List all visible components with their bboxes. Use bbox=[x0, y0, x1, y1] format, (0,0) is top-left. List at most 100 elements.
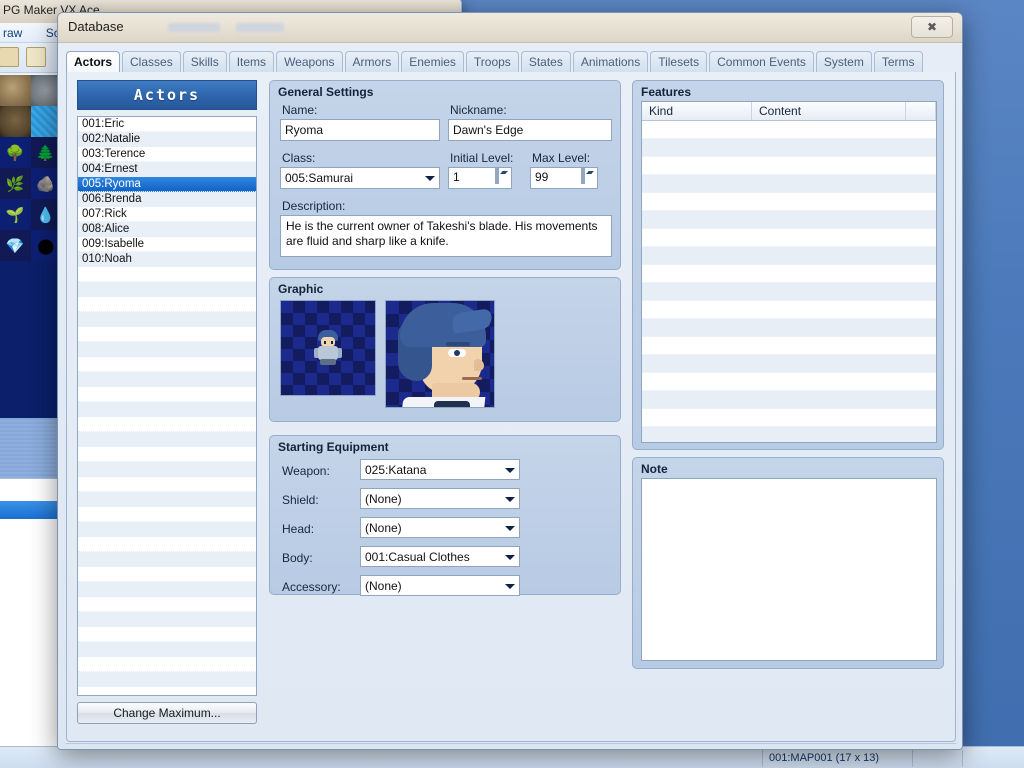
features-table-row[interactable] bbox=[642, 247, 936, 265]
tab-system[interactable]: System bbox=[815, 51, 872, 72]
tile-bush[interactable]: 🌳 bbox=[0, 137, 31, 168]
tile-sapling[interactable]: 🌱 bbox=[0, 199, 31, 230]
tab-common-events[interactable]: Common Events bbox=[709, 51, 814, 72]
actor-list-item[interactable] bbox=[78, 417, 256, 432]
tab-armors[interactable]: Armors bbox=[344, 51, 400, 72]
actor-list-item[interactable] bbox=[78, 327, 256, 342]
max-level-stepper[interactable]: 99 bbox=[530, 167, 598, 189]
features-table-row[interactable] bbox=[642, 121, 936, 139]
head-select[interactable]: (None) bbox=[360, 517, 520, 538]
actor-list-item[interactable] bbox=[78, 267, 256, 282]
features-table-row[interactable] bbox=[642, 175, 936, 193]
features-table[interactable]: Kind Content bbox=[641, 101, 937, 443]
tabstrip[interactable]: Actors Classes Skills Items Weapons Armo… bbox=[66, 51, 956, 73]
class-select[interactable]: 005:Samurai bbox=[280, 167, 440, 189]
actor-list-item[interactable] bbox=[78, 522, 256, 537]
actor-list-item[interactable]: 008:Alice bbox=[78, 222, 256, 237]
menu-item-draw[interactable]: raw bbox=[0, 26, 32, 40]
actor-list-item[interactable] bbox=[78, 462, 256, 477]
tab-actors[interactable]: Actors bbox=[66, 51, 121, 73]
note-textarea[interactable] bbox=[641, 478, 937, 661]
actor-list-item[interactable]: 009:Isabelle bbox=[78, 237, 256, 252]
tab-skills[interactable]: Skills bbox=[182, 51, 227, 72]
actor-list-item[interactable]: 003:Terence bbox=[78, 147, 256, 162]
spin-down-icon[interactable] bbox=[583, 168, 594, 184]
tab-terms[interactable]: Terms bbox=[873, 51, 923, 72]
body-select[interactable]: 001:Casual Clothes bbox=[360, 546, 520, 567]
features-table-row[interactable] bbox=[642, 157, 936, 175]
tile-ground-a[interactable] bbox=[0, 75, 31, 106]
paste-icon[interactable] bbox=[26, 47, 47, 67]
features-table-row[interactable] bbox=[642, 283, 936, 301]
actor-list-item[interactable] bbox=[78, 357, 256, 372]
tab-animations[interactable]: Animations bbox=[572, 51, 649, 72]
character-sprite-box[interactable] bbox=[280, 300, 376, 396]
actor-list-item[interactable] bbox=[78, 612, 256, 627]
features-table-row[interactable] bbox=[642, 193, 936, 211]
actor-list-item[interactable]: 001:Eric bbox=[78, 117, 256, 132]
actor-list-item[interactable] bbox=[78, 657, 256, 672]
tile-crystal[interactable]: 💎 bbox=[0, 230, 31, 261]
features-table-row[interactable] bbox=[642, 391, 936, 409]
weapon-select[interactable]: 025:Katana bbox=[360, 459, 520, 480]
actor-list-item-selected[interactable]: 005:Ryoma bbox=[78, 177, 256, 192]
actor-list-item[interactable] bbox=[78, 432, 256, 447]
actor-list-item[interactable] bbox=[78, 312, 256, 327]
actor-list-item[interactable]: 007:Rick bbox=[78, 207, 256, 222]
change-maximum-button[interactable]: Change Maximum... bbox=[77, 702, 257, 724]
actor-list-item[interactable] bbox=[78, 627, 256, 642]
face-graphic-box[interactable] bbox=[385, 300, 495, 408]
features-table-row[interactable] bbox=[642, 265, 936, 283]
actor-list-item[interactable] bbox=[78, 297, 256, 312]
actor-list-item[interactable]: 010:Noah bbox=[78, 252, 256, 267]
actor-list-item[interactable] bbox=[78, 672, 256, 687]
features-table-row[interactable] bbox=[642, 229, 936, 247]
actor-list-item[interactable] bbox=[78, 597, 256, 612]
dialog-titlebar[interactable]: Database ✖ bbox=[58, 13, 962, 43]
nickname-input[interactable]: Dawn's Edge bbox=[448, 119, 612, 141]
tab-items[interactable]: Items bbox=[228, 51, 275, 72]
tab-troops[interactable]: Troops bbox=[465, 51, 519, 72]
tile-cave[interactable] bbox=[0, 106, 31, 137]
actors-list[interactable]: 001:Eric 002:Natalie 003:Terence 004:Ernest… bbox=[77, 116, 257, 696]
close-icon[interactable]: ✖ bbox=[911, 16, 953, 38]
actor-list-item[interactable] bbox=[78, 507, 256, 522]
tab-enemies[interactable]: Enemies bbox=[401, 51, 464, 72]
features-table-row[interactable] bbox=[642, 373, 936, 391]
actor-list-item[interactable]: 006:Brenda bbox=[78, 192, 256, 207]
features-table-row[interactable] bbox=[642, 355, 936, 373]
features-table-body[interactable] bbox=[642, 121, 936, 442]
actor-list-item[interactable] bbox=[78, 402, 256, 417]
features-table-row[interactable] bbox=[642, 319, 936, 337]
features-table-row[interactable] bbox=[642, 409, 936, 427]
actor-list-item[interactable] bbox=[78, 282, 256, 297]
actor-list-item[interactable]: 002:Natalie bbox=[78, 132, 256, 147]
actor-list-item[interactable] bbox=[78, 537, 256, 552]
actor-list-item[interactable] bbox=[78, 552, 256, 567]
actor-list-item[interactable]: 004:Ernest bbox=[78, 162, 256, 177]
tile-shrub[interactable]: 🌿 bbox=[0, 168, 31, 199]
tab-classes[interactable]: Classes bbox=[122, 51, 181, 72]
tab-weapons[interactable]: Weapons bbox=[276, 51, 343, 72]
features-table-row[interactable] bbox=[642, 337, 936, 355]
features-table-row[interactable] bbox=[642, 211, 936, 229]
features-table-row[interactable] bbox=[642, 139, 936, 157]
actor-list-item[interactable] bbox=[78, 372, 256, 387]
initial-level-spin-buttons[interactable] bbox=[495, 168, 509, 184]
features-table-row[interactable] bbox=[642, 427, 936, 442]
tab-tilesets[interactable]: Tilesets bbox=[650, 51, 708, 72]
actor-list-item[interactable] bbox=[78, 447, 256, 462]
copy-icon[interactable] bbox=[0, 47, 19, 67]
features-table-row[interactable] bbox=[642, 301, 936, 319]
initial-level-stepper[interactable]: 1 bbox=[448, 167, 512, 189]
actor-list-item[interactable] bbox=[78, 567, 256, 582]
name-input[interactable]: Ryoma bbox=[280, 119, 440, 141]
max-level-spin-buttons[interactable] bbox=[581, 168, 595, 184]
actor-list-item[interactable] bbox=[78, 492, 256, 507]
actor-list-item[interactable] bbox=[78, 582, 256, 597]
actor-list-item[interactable] bbox=[78, 342, 256, 357]
accessory-select[interactable]: (None) bbox=[360, 575, 520, 596]
actor-list-item[interactable] bbox=[78, 477, 256, 492]
map-tree-selected-item[interactable] bbox=[0, 501, 61, 519]
actor-list-item[interactable] bbox=[78, 387, 256, 402]
